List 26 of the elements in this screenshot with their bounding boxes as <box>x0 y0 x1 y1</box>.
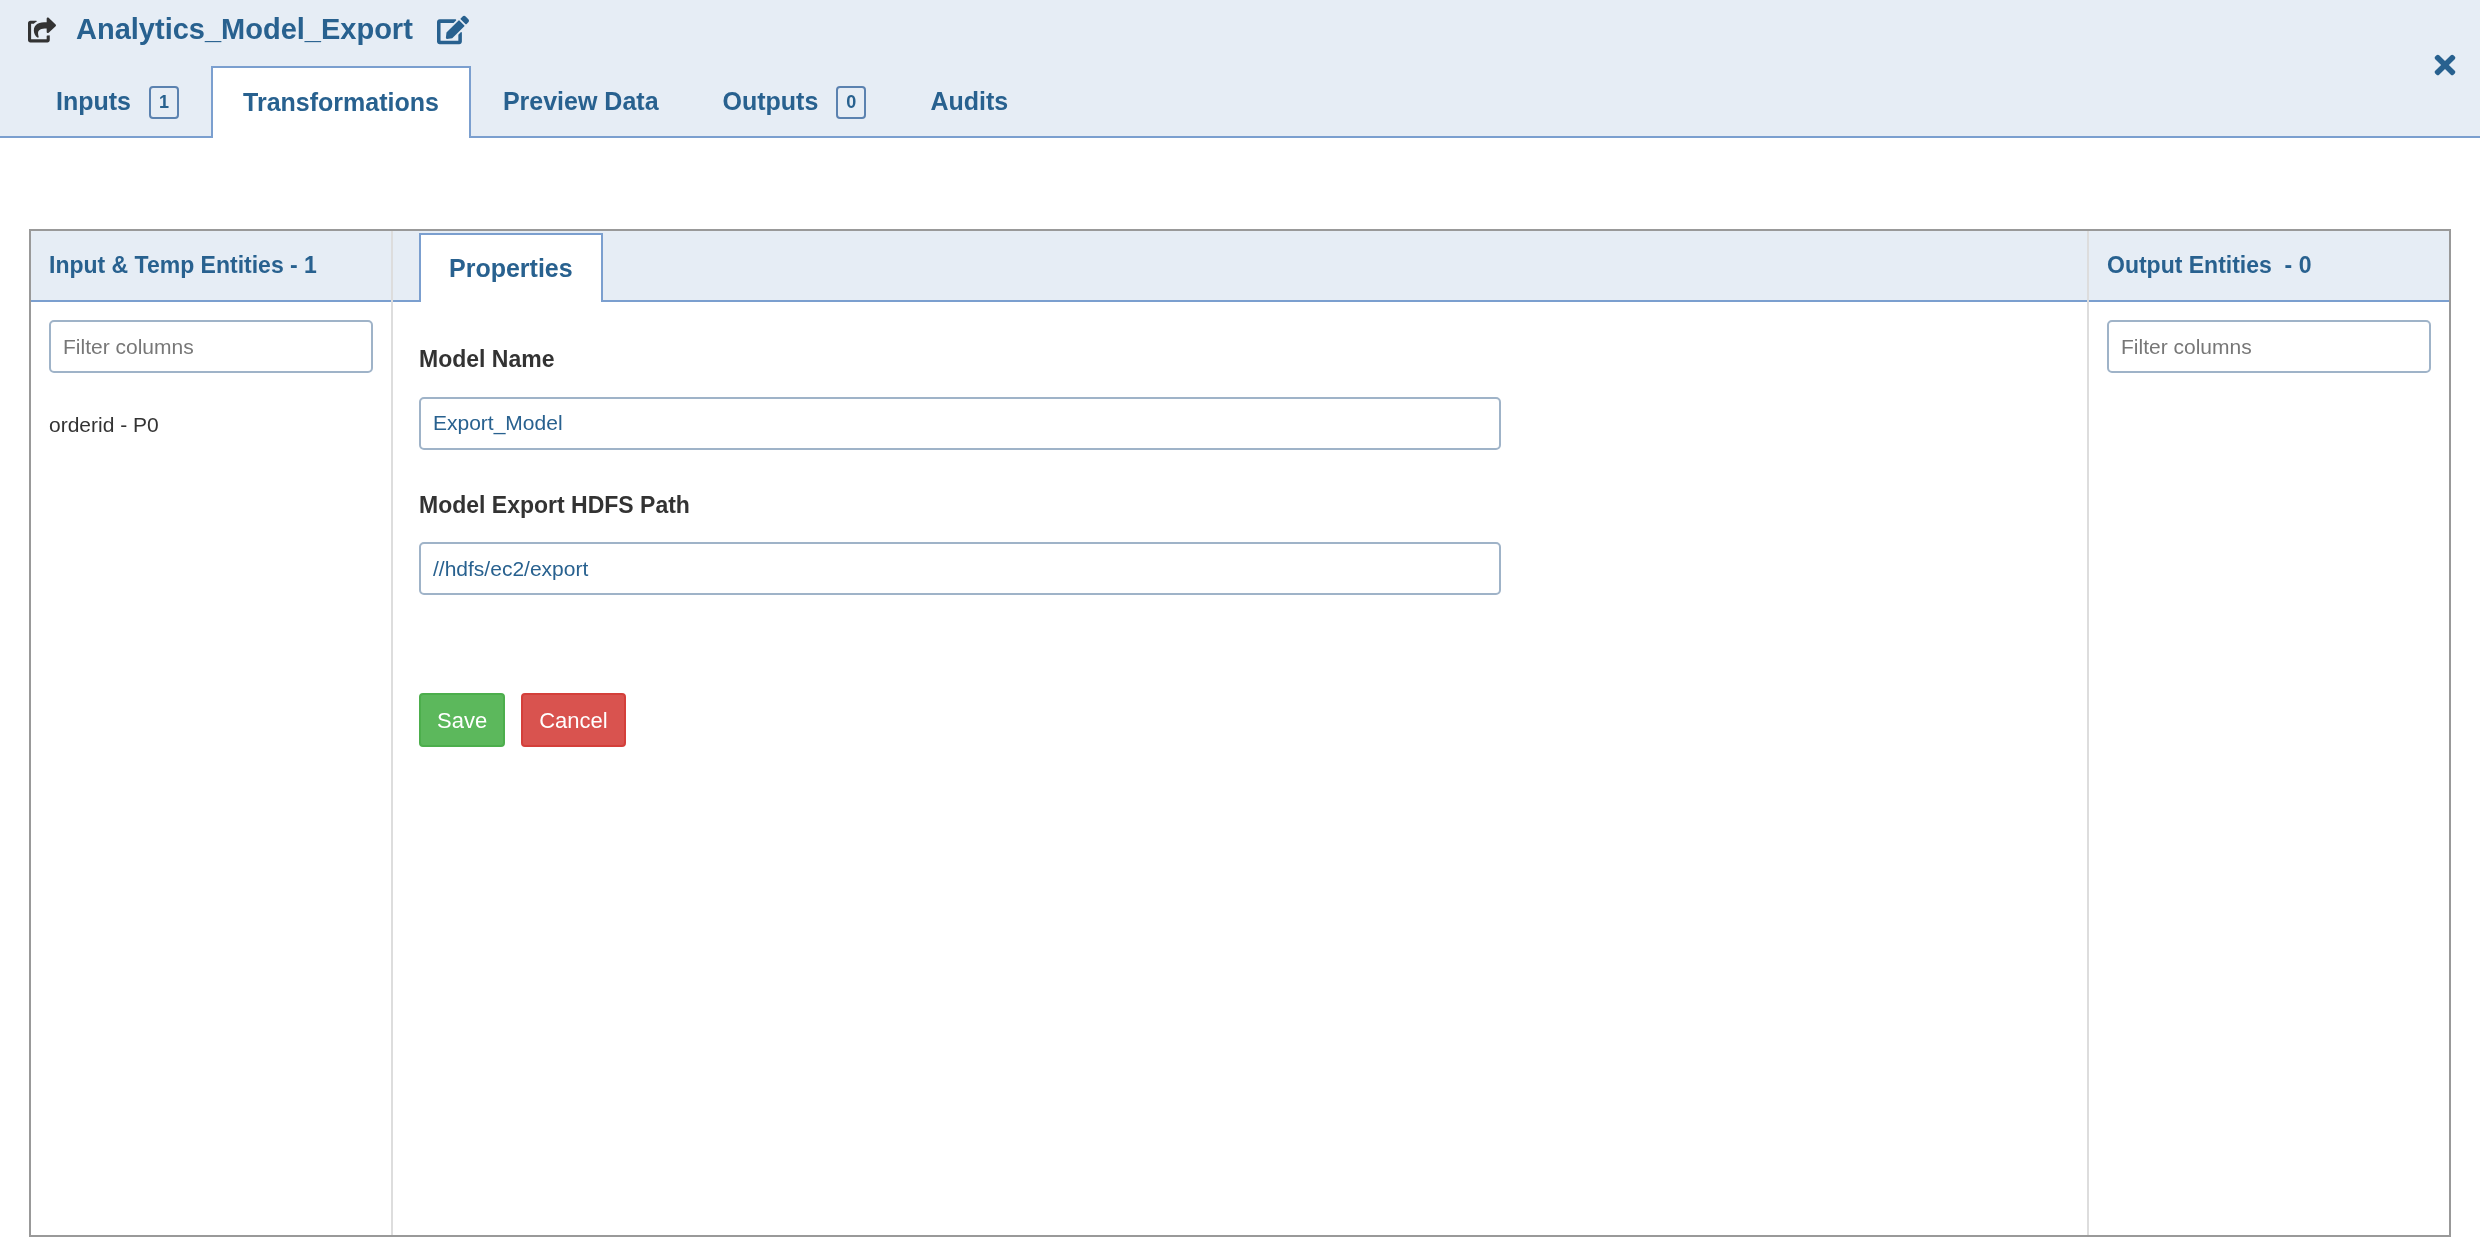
text-field[interactable]: //hdfs/ec2/export <box>419 542 1501 595</box>
tab-label: Preview Data <box>502 86 659 118</box>
tab[interactable]: Outputs 0 <box>690 66 899 138</box>
filter-field[interactable]: Filter columns <box>2107 320 2431 373</box>
panel-title: Output Entities - 0 <box>2107 251 2312 281</box>
tab[interactable]: Audits <box>898 66 1041 138</box>
count-badge: 0 <box>836 85 867 119</box>
tab-label: Audits <box>930 86 1009 118</box>
panel-title: Input & Temp Entities - 1 <box>49 251 317 281</box>
tab-label: Inputs <box>56 86 131 118</box>
field-label: Model Export HDFS Path <box>419 490 691 520</box>
tab[interactable]: Preview Data <box>470 66 691 138</box>
count-badge: 1 <box>149 85 179 119</box>
edit-icon[interactable] <box>436 13 469 46</box>
field-label: Model Name <box>419 345 556 374</box>
tab[interactable]: Properties <box>419 233 603 302</box>
tab-label: Transformations <box>243 87 439 119</box>
filter-field[interactable]: Filter columns <box>49 320 373 373</box>
cancel-button[interactable]: Cancel <box>521 693 626 747</box>
share-icon <box>28 15 56 44</box>
tab[interactable]: Inputs 1 <box>24 66 211 138</box>
tab[interactable]: Transformations <box>211 66 471 138</box>
tab-label: Outputs <box>722 86 819 118</box>
window-title: Analytics_Model_Export <box>76 11 413 47</box>
text-field[interactable]: Export_Model <box>419 396 1501 450</box>
column-item[interactable]: orderid - P0 <box>49 409 373 441</box>
